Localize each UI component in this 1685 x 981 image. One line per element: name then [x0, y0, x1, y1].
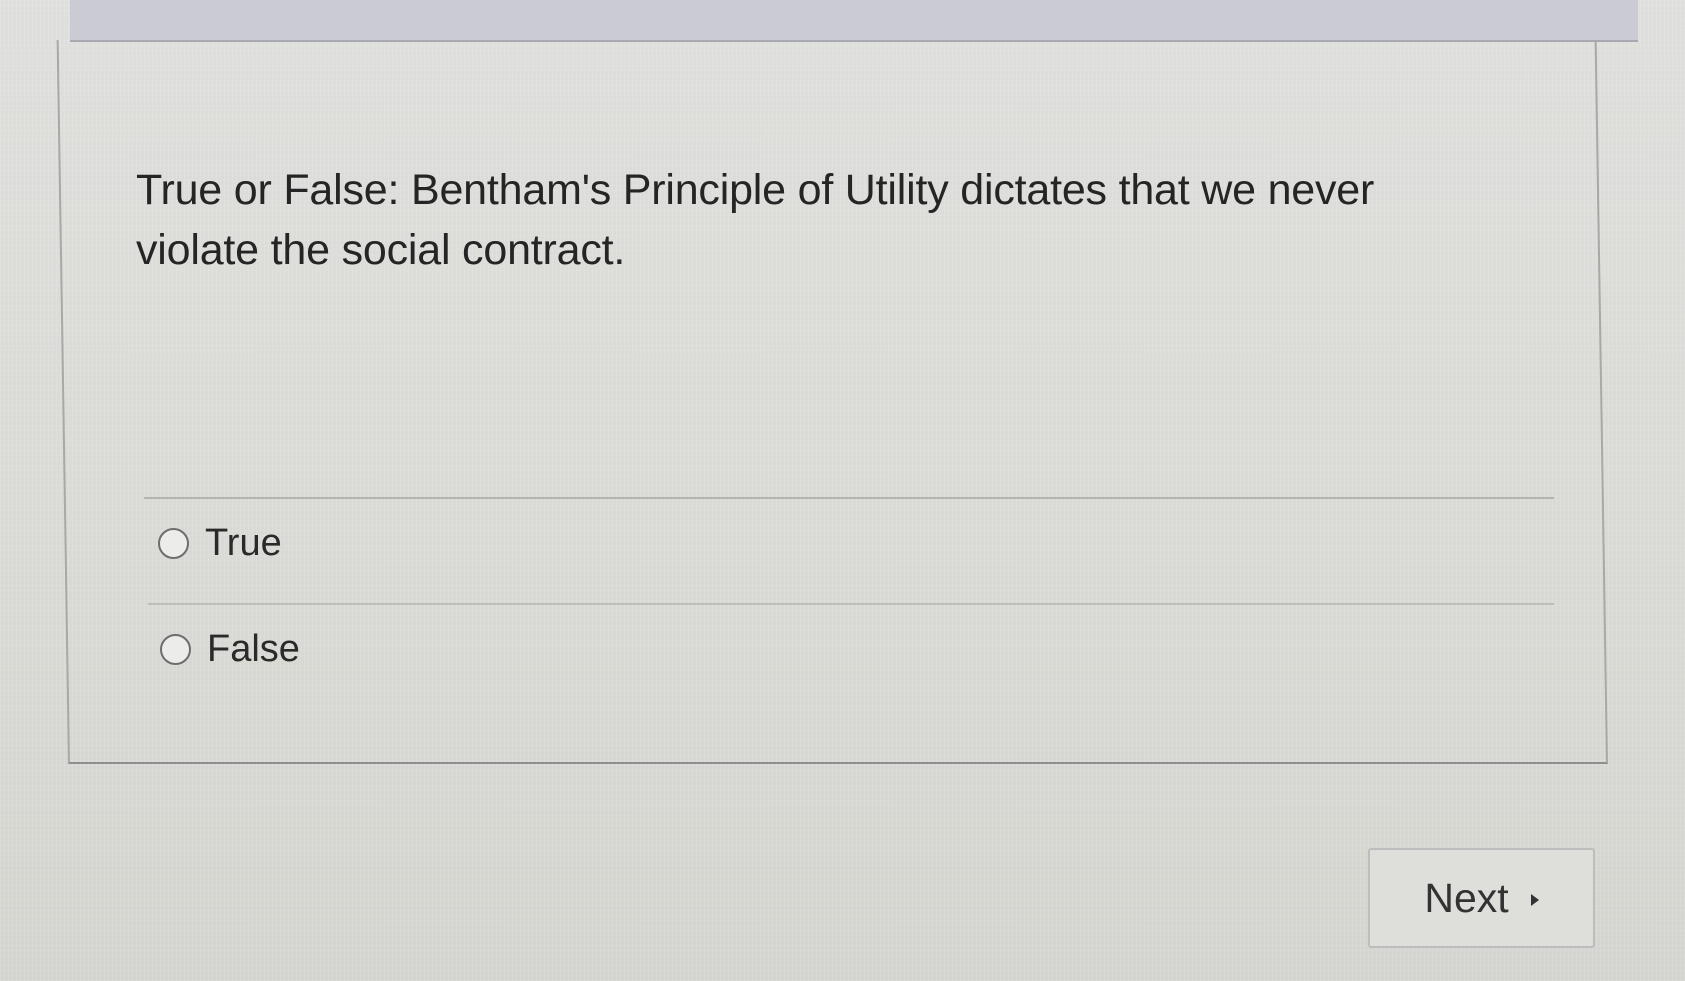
option-true-label: True — [205, 522, 282, 564]
radio-button-false[interactable] — [160, 633, 191, 665]
next-button[interactable]: Next — [1368, 848, 1595, 948]
radio-button-true[interactable] — [158, 527, 189, 559]
header-bar — [70, 0, 1638, 42]
options-divider — [148, 603, 1554, 605]
options-divider-top — [144, 497, 1554, 499]
option-true[interactable]: True — [158, 520, 282, 566]
play-arrow-icon — [1530, 894, 1539, 906]
question-text: True or False: Bentham's Principle of Ut… — [136, 166, 1375, 274]
next-button-label: Next — [1424, 874, 1509, 921]
option-false-label: False — [207, 628, 300, 670]
option-false[interactable]: False — [160, 626, 300, 672]
